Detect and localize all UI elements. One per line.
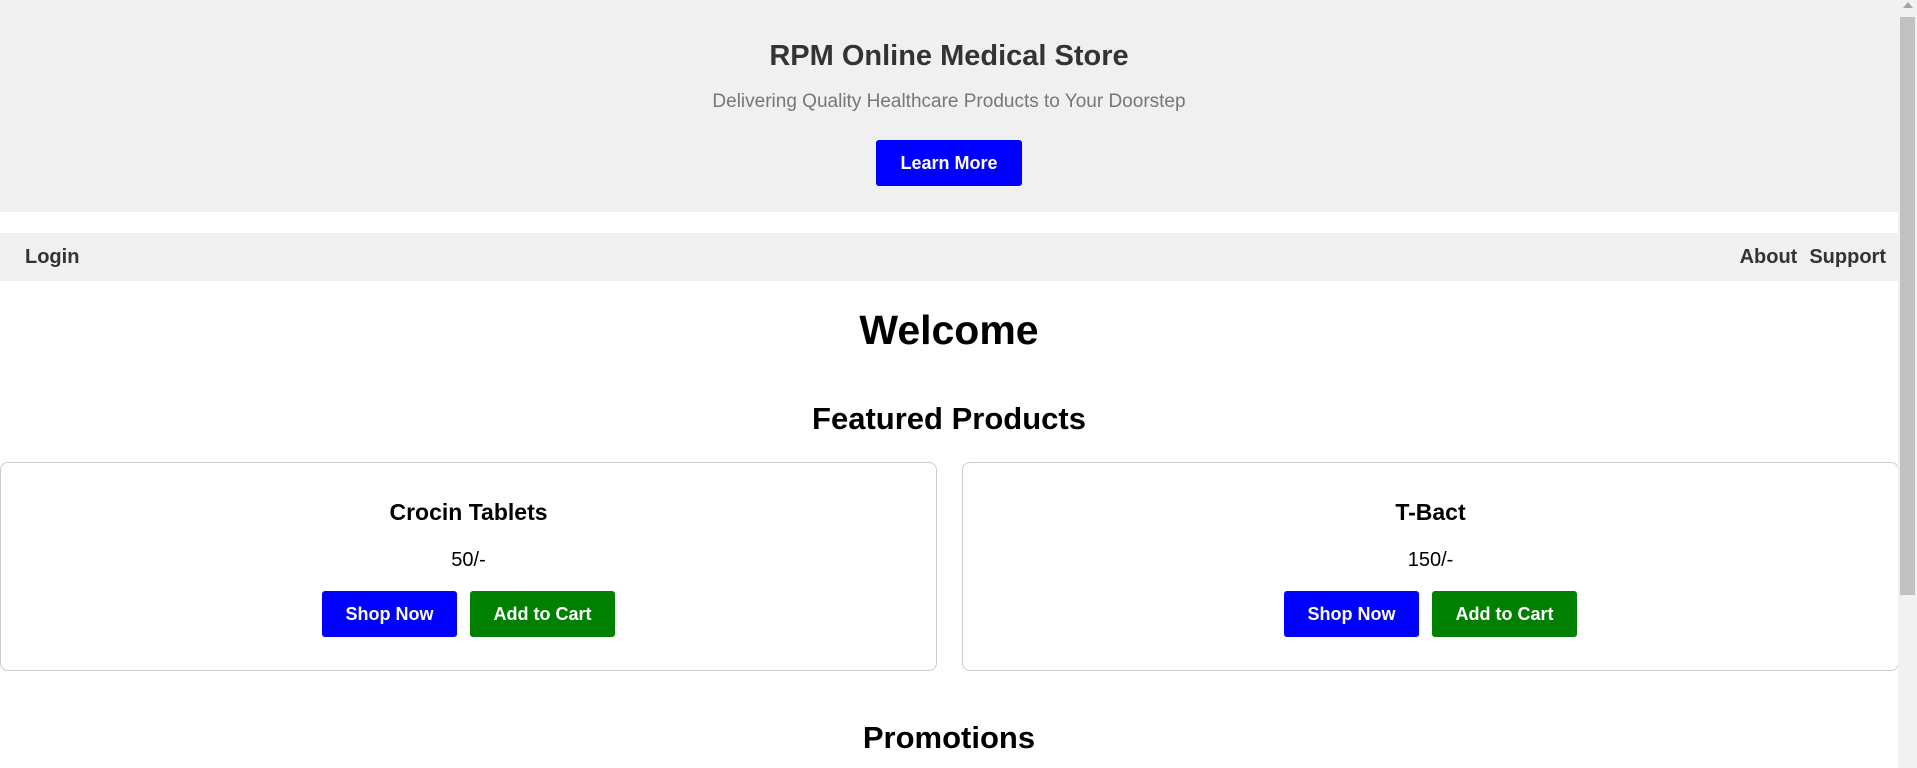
product-price: 50/- <box>451 549 486 571</box>
shop-now-button[interactable]: Shop Now <box>1284 591 1419 637</box>
vertical-scrollbar[interactable] <box>1898 0 1917 768</box>
product-grid: Crocin Tablets 50/- Shop Now Add to Cart… <box>0 462 1898 671</box>
product-card: Crocin Tablets 50/- Shop Now Add to Cart <box>0 462 937 671</box>
scroll-up-arrow-icon[interactable] <box>1903 2 1913 8</box>
product-name: T-Bact <box>1395 499 1466 525</box>
add-to-cart-button[interactable]: Add to Cart <box>470 591 615 637</box>
welcome-heading: Welcome <box>859 307 1039 353</box>
add-to-cart-button[interactable]: Add to Cart <box>1432 591 1577 637</box>
product-actions: Shop Now Add to Cart <box>1 591 936 637</box>
site-tagline: Delivering Quality Healthcare Products t… <box>712 91 1186 112</box>
learn-more-button[interactable]: Learn More <box>876 140 1022 186</box>
navbar: Login About Support <box>0 233 1898 281</box>
hero-banner: RPM Online Medical Store Delivering Qual… <box>0 0 1898 212</box>
product-price: 150/- <box>1407 549 1454 571</box>
product-card: T-Bact 150/- Shop Now Add to Cart <box>962 462 1898 671</box>
page: RPM Online Medical Store Delivering Qual… <box>0 0 1898 768</box>
product-name: Crocin Tablets <box>389 499 548 525</box>
scrollbar-thumb[interactable] <box>1900 17 1915 595</box>
nav-login-link[interactable]: Login <box>25 246 79 269</box>
nav-about-link[interactable]: About <box>1740 246 1798 269</box>
shop-now-button[interactable]: Shop Now <box>322 591 457 637</box>
nav-support-link[interactable]: Support <box>1809 246 1886 269</box>
promotions-heading: Promotions <box>862 720 1036 755</box>
featured-products-heading: Featured Products <box>812 401 1086 436</box>
product-actions: Shop Now Add to Cart <box>963 591 1898 637</box>
site-title: RPM Online Medical Store <box>769 40 1129 72</box>
nav-right-group: About Support <box>1740 246 1886 269</box>
